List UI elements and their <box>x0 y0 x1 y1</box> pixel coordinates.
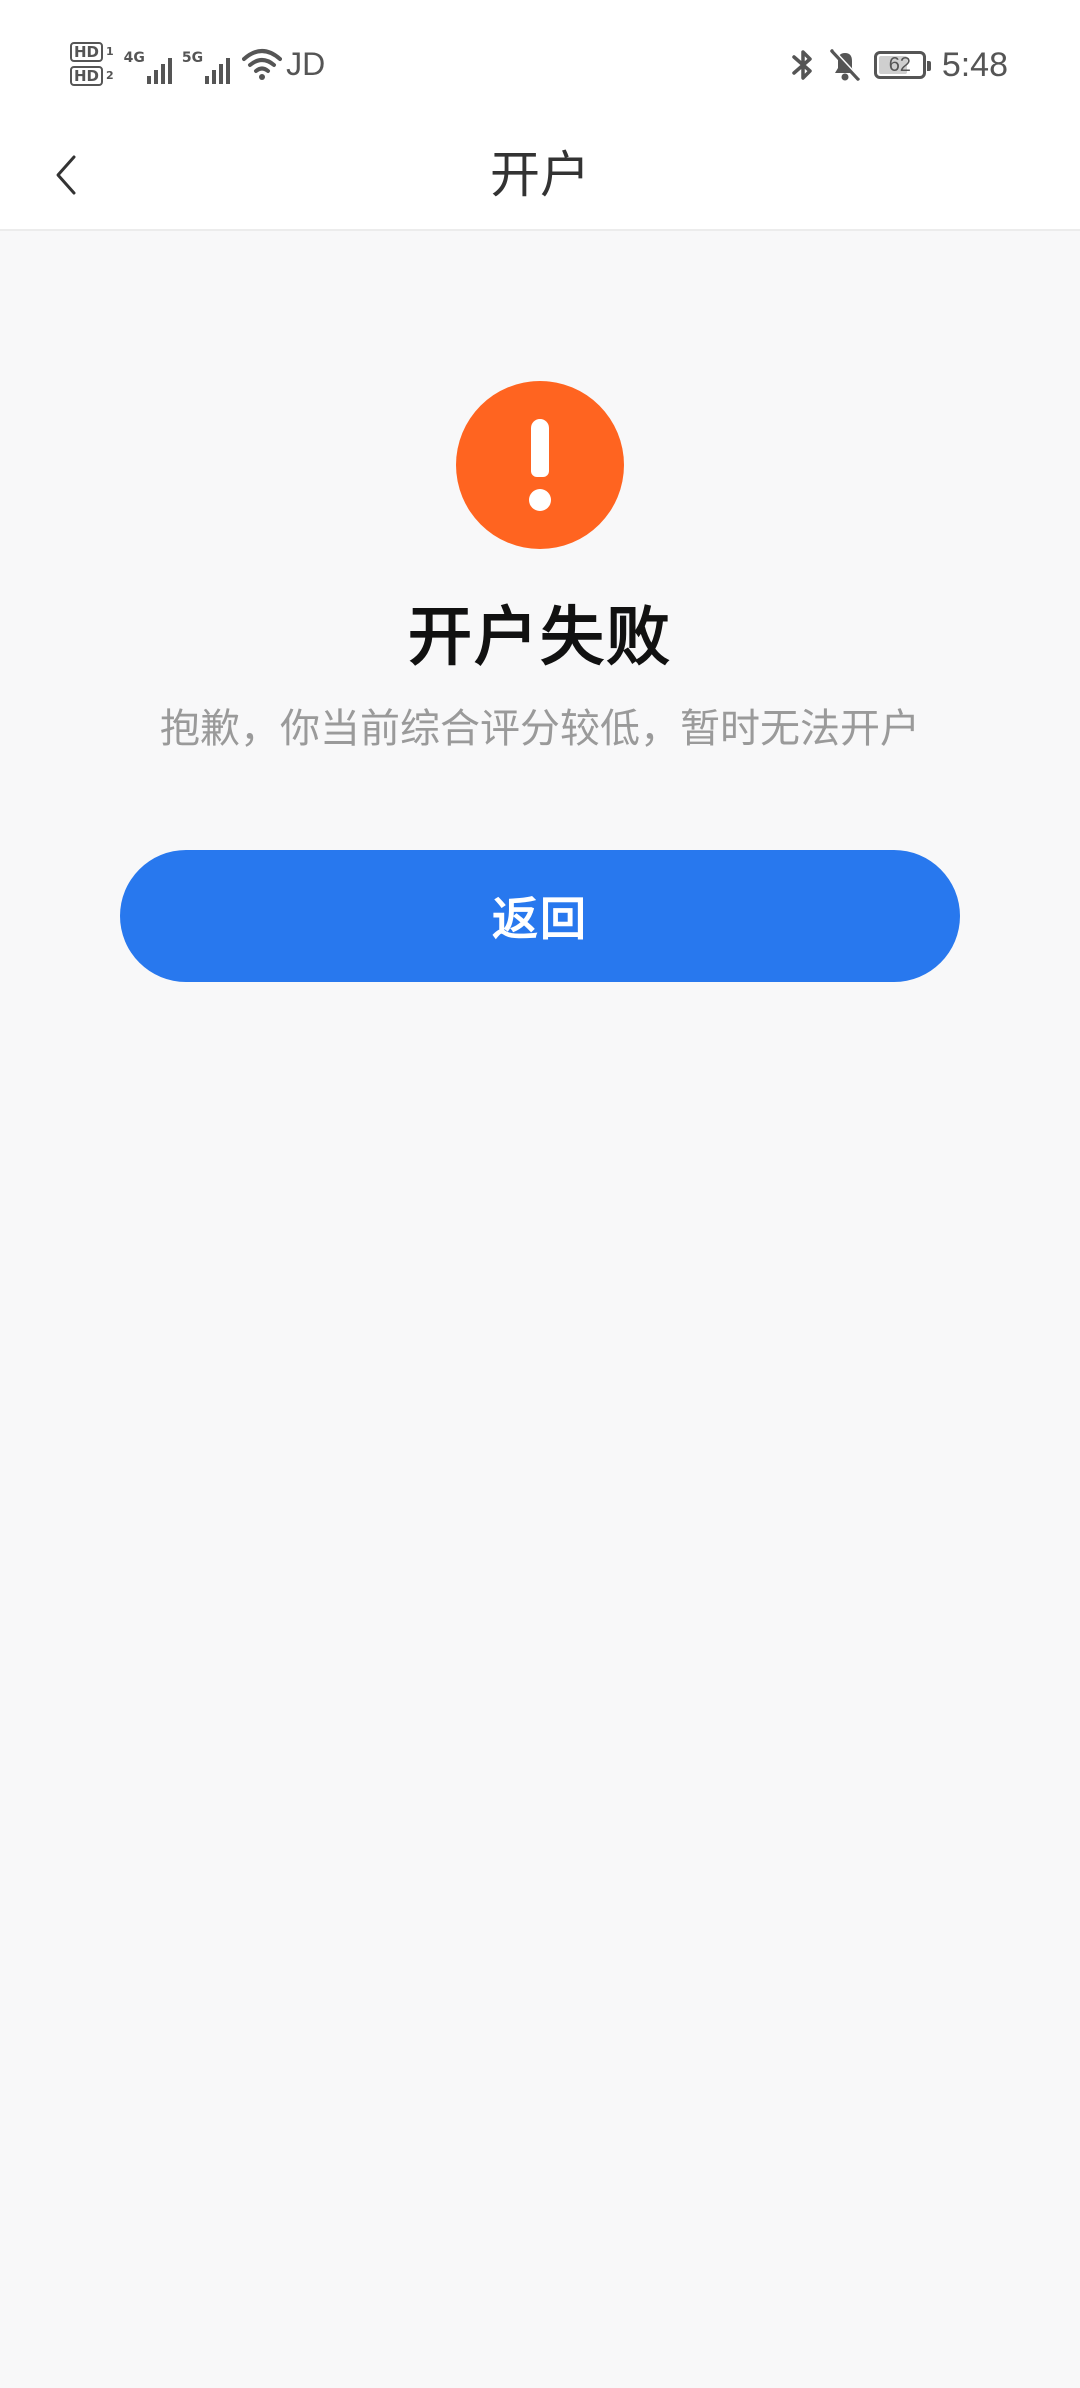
battery-percent: 62 <box>888 53 911 76</box>
network-type-label: 4G <box>123 50 145 66</box>
network-type-label: 5G <box>181 50 204 66</box>
status-left: HD 1 HD 2 4G 5G JD <box>70 34 325 94</box>
wifi-icon <box>242 49 283 80</box>
sim-number: 2 <box>106 69 114 82</box>
signal-bars-icon <box>146 54 172 84</box>
exclamation-icon <box>456 381 624 549</box>
result-title: 开户失败 <box>408 601 672 675</box>
battery-icon: 62 <box>873 51 931 79</box>
sim-indicators: HD 1 HD 2 <box>70 42 114 86</box>
bluetooth-icon <box>792 50 812 80</box>
result-description: 抱歉，你当前综合评分较低，暂时无法开户 <box>160 706 920 752</box>
bell-muted-icon <box>830 49 861 81</box>
navigation-bar: 开户 <box>0 125 1080 231</box>
signal-bars-icon <box>205 54 231 84</box>
return-button[interactable]: 返回 <box>120 850 960 982</box>
sim1-indicator: HD 1 <box>70 42 114 62</box>
signal-4g: 4G <box>124 44 172 84</box>
sim-number: 1 <box>106 45 114 58</box>
signal-5g: 5G <box>181 44 231 84</box>
status-bar: HD 1 HD 2 4G 5G JD 62 5:48 <box>0 0 1080 125</box>
clock: 5:48 <box>941 45 1008 84</box>
carrier-label: JD <box>286 45 326 82</box>
sim2-indicator: HD 2 <box>70 66 114 86</box>
hd-icon: HD <box>70 42 104 62</box>
page-title: 开户 <box>490 146 590 204</box>
status-right: 62 5:48 <box>790 40 1008 90</box>
hd-icon: HD <box>70 66 104 86</box>
